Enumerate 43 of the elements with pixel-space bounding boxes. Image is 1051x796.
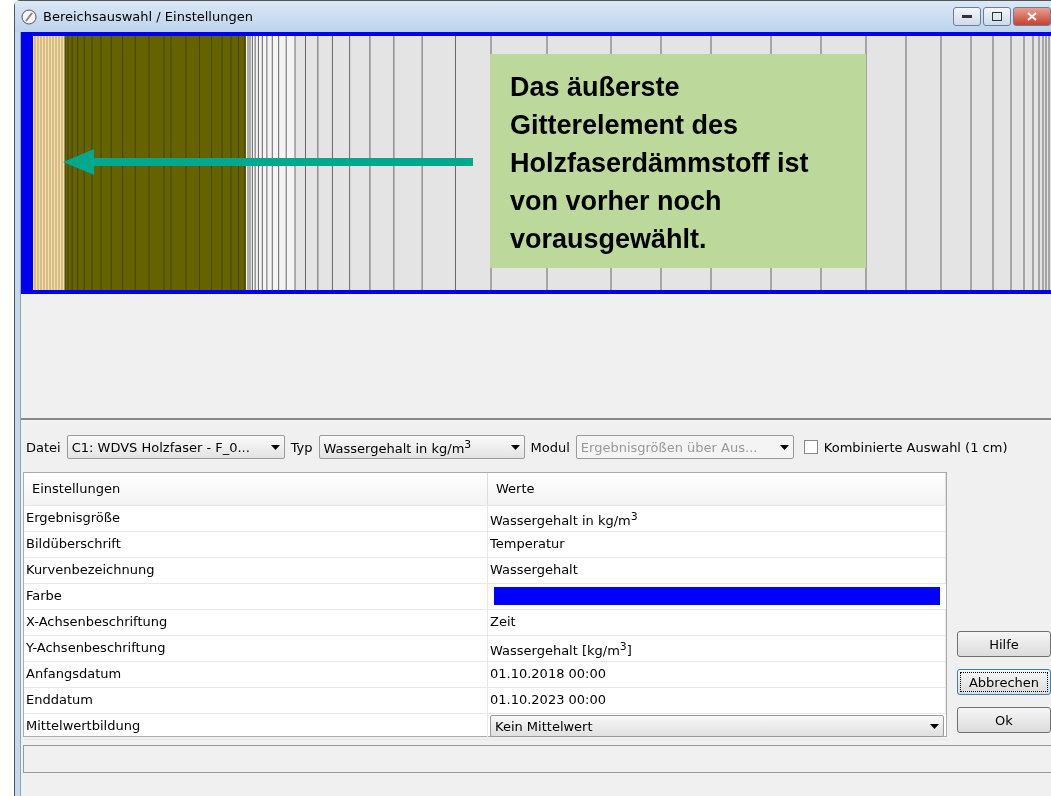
close-icon [1027, 12, 1037, 21]
checkbox[interactable] [803, 440, 818, 454]
table-cell: Ergebnisgröße [24, 506, 488, 533]
table-cell: 01.10.2018 00:00 [488, 662, 946, 687]
table-cell: Wassergehalt [kg/m$^{3}$] [488, 636, 946, 663]
table-cell: X-Achsenbeschriftung [24, 610, 488, 635]
table-cell: Anfangsdatum [24, 662, 488, 687]
table-cell: Wassergehalt in kg/m$^{3}$ [488, 506, 946, 533]
table-cell: Enddatum [24, 688, 488, 713]
module-label: Modul [530, 439, 570, 455]
file-dropdown[interactable]: C1: WDVS Holzfaser - F_0... [66, 435, 285, 459]
table-cell: Bildüberschrift [24, 532, 488, 557]
table-cell: Zeit [488, 610, 946, 635]
table-cell: Farbe [24, 584, 488, 609]
table-cell: Mittelwertbildung [24, 714, 488, 739]
table-cell: Kurvenbezeichnung [24, 558, 488, 583]
table-cell: Wassergehalt [488, 558, 946, 583]
app-icon [21, 8, 37, 25]
dialog-button[interactable]: Ok [957, 707, 1051, 733]
minimize-button[interactable] [953, 7, 981, 26]
annotation-callout: Das äußerste Gitterelement des Holzfaserdämmstoff ist von vorher noch vorausgewählt. [490, 54, 866, 268]
averaging-dropdown[interactable]: Kein Mittelwert [490, 715, 944, 737]
table-cell: Y-Achsenbeschriftung [24, 636, 488, 663]
window-title: Bereichsauswahl / Einstellungen [43, 9, 254, 24]
column-header: Werte [488, 473, 946, 505]
dialog-button[interactable]: Abbrechen [957, 669, 1051, 695]
checkbox-label: Kombinierte Auswahl (1 cm) [823, 439, 1008, 455]
maximize-icon [992, 12, 1002, 21]
caret-icon [270, 444, 280, 450]
table-cell: Temperatur [488, 532, 946, 557]
maximize-button[interactable] [983, 7, 1011, 26]
type-label: Typ [290, 439, 313, 455]
dialog-button[interactable]: Hilfe [957, 631, 1051, 657]
close-button[interactable] [1013, 7, 1051, 26]
minimize-icon [962, 14, 972, 19]
caret-icon [930, 723, 939, 729]
color-swatch[interactable] [494, 587, 940, 605]
type-dropdown[interactable]: Wassergehalt in kg/m$^{3}$ [318, 435, 525, 459]
caret-icon [779, 444, 789, 450]
file-label: Datei [26, 439, 61, 455]
column-header: Einstellungen [24, 473, 488, 505]
table-cell: 01.10.2023 00:00 [488, 688, 946, 713]
caret-icon [510, 444, 520, 450]
